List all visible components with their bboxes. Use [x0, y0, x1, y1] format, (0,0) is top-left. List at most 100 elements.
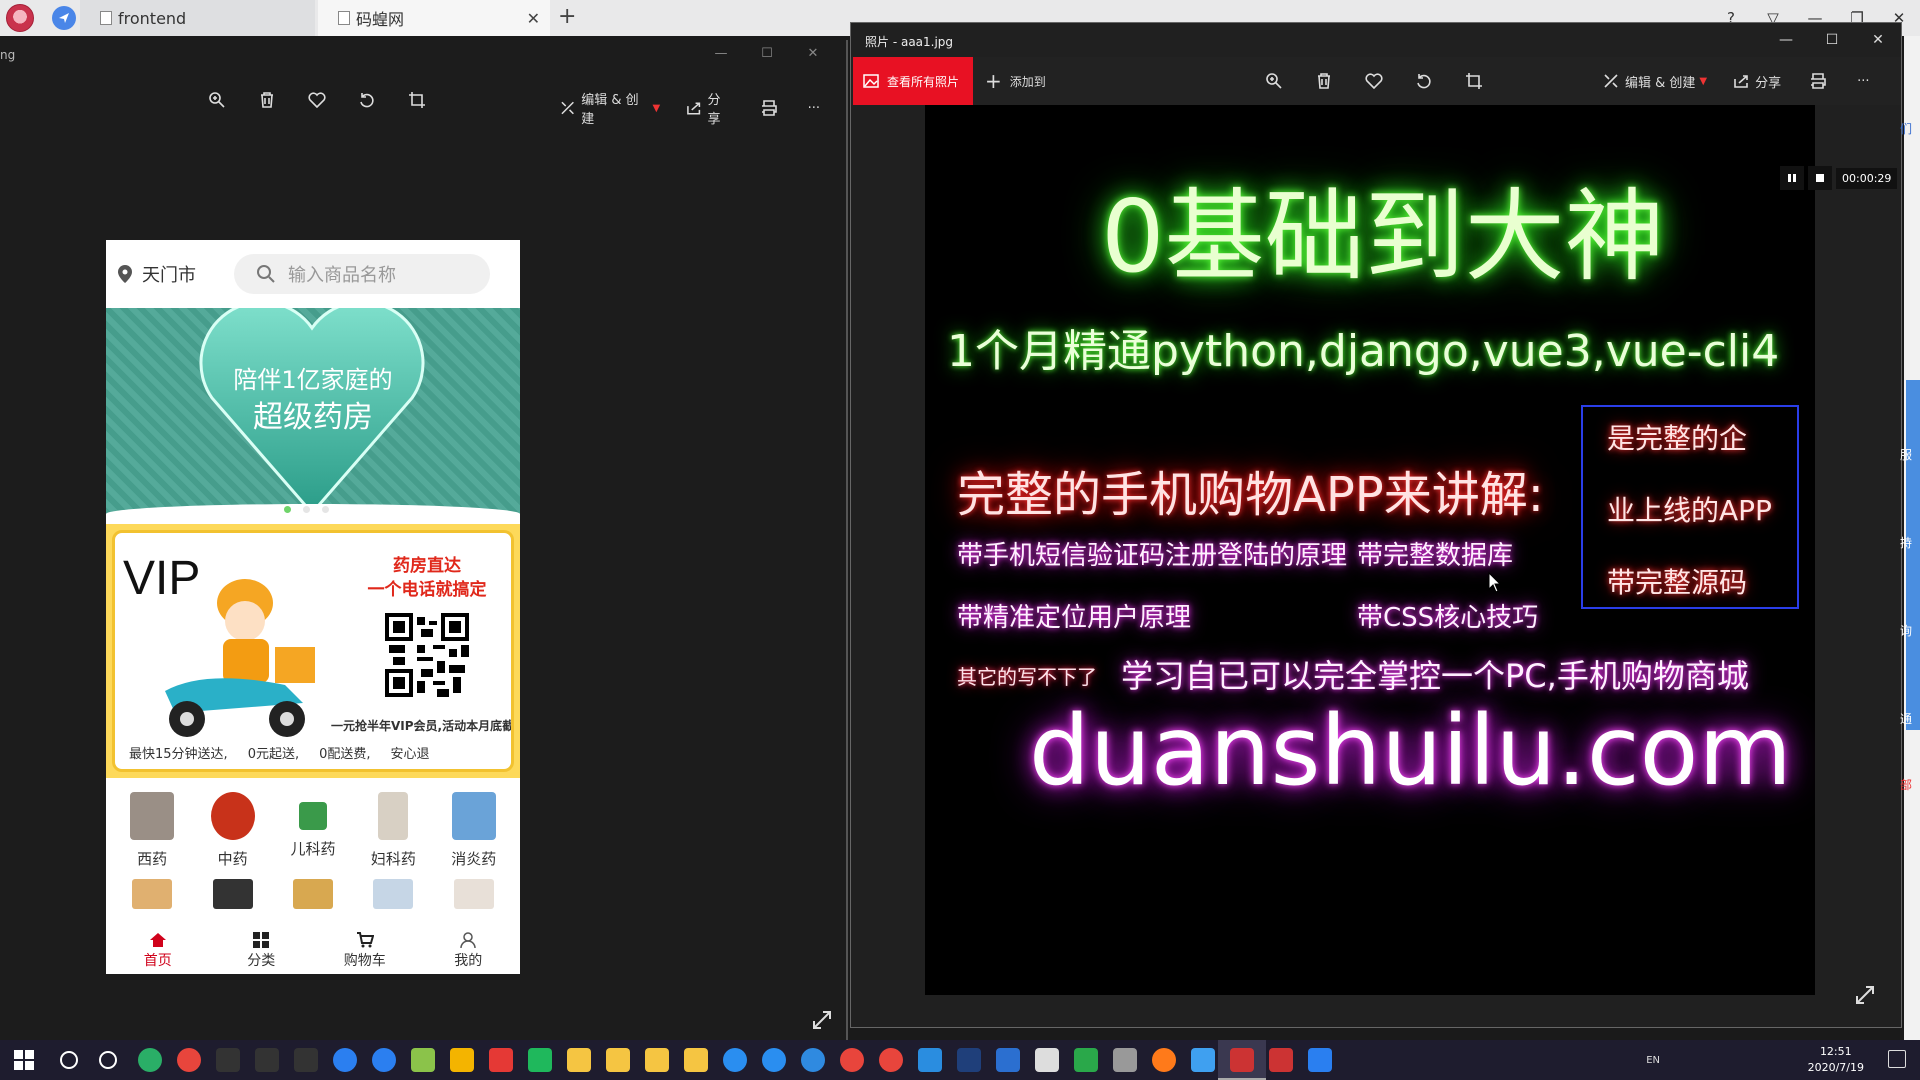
home-icon	[149, 933, 166, 947]
folder-icon[interactable]	[567, 1048, 591, 1072]
print-icon[interactable]	[758, 97, 779, 119]
ie-icon[interactable]	[801, 1048, 825, 1072]
folder-icon[interactable]	[684, 1048, 708, 1072]
rotate-icon[interactable]	[356, 89, 378, 111]
nav-cart[interactable]: 购物车	[325, 928, 405, 974]
sogou-icon[interactable]	[762, 1048, 786, 1072]
close-icon[interactable]: ✕	[1855, 23, 1901, 57]
vip-promo-card[interactable]: VIP 药房直达 一个电话就搞定 一元抢半年VIP会员,活动本月底截止 最快15…	[106, 524, 520, 778]
minimize-icon[interactable]: —	[698, 46, 744, 61]
category-gynecology[interactable]: 妇科药	[357, 792, 429, 869]
clock-time: 12:51	[1819, 1045, 1852, 1058]
fullscreen-icon[interactable]	[812, 1010, 832, 1034]
product-thumb[interactable]	[132, 879, 173, 909]
zoom-icon[interactable]	[206, 89, 228, 111]
hbuilder-icon[interactable]	[1074, 1048, 1098, 1072]
location-label[interactable]: 天门市	[142, 261, 196, 287]
spider-icon[interactable]	[1113, 1048, 1137, 1072]
nav-profile[interactable]: 我的	[428, 928, 508, 974]
view-all-photos-button[interactable]: 查看所有照片	[853, 57, 973, 105]
share-button[interactable]: 分享	[1733, 72, 1781, 91]
photos-icon[interactable]	[1230, 1048, 1254, 1072]
language-indicator[interactable]: EN	[1646, 1055, 1660, 1066]
delete-icon[interactable]	[256, 89, 278, 111]
notification-icon[interactable]	[1888, 1050, 1906, 1068]
search-icon[interactable]	[60, 1051, 78, 1069]
qq-browser-icon[interactable]	[333, 1048, 357, 1072]
category-anti-inflammatory[interactable]: 消炎药	[438, 792, 510, 869]
terminal-icon[interactable]	[216, 1048, 240, 1072]
terminal-icon[interactable]	[294, 1048, 318, 1072]
edit-create-button[interactable]: 编辑 & 创建 ▼	[1603, 72, 1707, 91]
poster-feature: 带精准定位用户原理	[957, 603, 1192, 633]
vscode-green-icon[interactable]	[528, 1048, 552, 1072]
zoom-icon[interactable]	[1263, 70, 1285, 92]
avatar[interactable]	[6, 4, 34, 32]
tab-frontend[interactable]: frontend	[80, 0, 315, 36]
qq-browser-icon[interactable]	[372, 1048, 396, 1072]
folder-icon[interactable]	[645, 1048, 669, 1072]
folder-icon[interactable]	[606, 1048, 630, 1072]
photos-icon[interactable]	[1269, 1048, 1293, 1072]
task-view-icon[interactable]	[99, 1051, 117, 1069]
stop-icon[interactable]	[1808, 166, 1832, 190]
pause-icon[interactable]	[1780, 166, 1804, 190]
crop-icon[interactable]	[406, 89, 428, 111]
product-thumb[interactable]	[292, 879, 333, 909]
sogou-icon[interactable]	[723, 1048, 747, 1072]
qr-code-icon	[385, 613, 469, 697]
vscode-icon[interactable]	[918, 1048, 942, 1072]
search-input[interactable]: 输入商品名称	[234, 254, 490, 294]
tab-mahuangwang[interactable]: 码蝗网 ✕	[318, 0, 550, 36]
category-chinese-medicine[interactable]: 中药	[197, 792, 269, 869]
product-thumb[interactable]	[453, 879, 494, 909]
media-player-icon[interactable]	[1308, 1048, 1332, 1072]
windows-start-icon[interactable]	[14, 1050, 34, 1070]
edit-create-button[interactable]: 编辑 & 创建 ▼	[560, 89, 660, 127]
product-thumb[interactable]	[373, 879, 414, 909]
photoshop-icon[interactable]	[957, 1048, 981, 1072]
minimize-icon[interactable]: —	[1763, 23, 1809, 57]
clock[interactable]: 12:51 2020/7/19	[1808, 1044, 1864, 1076]
wechat-icon[interactable]	[138, 1048, 162, 1072]
chrome-icon[interactable]	[840, 1048, 864, 1072]
rotate-icon[interactable]	[1413, 70, 1435, 92]
nav-home[interactable]: 首页	[118, 928, 198, 974]
add-to-button[interactable]: + 添加到	[985, 57, 1046, 105]
vip-headline1: 药房直达	[393, 556, 461, 576]
tab-label: 码蝗网	[356, 10, 405, 29]
carousel-dots[interactable]	[284, 506, 341, 513]
banner-line2: 超级药房	[253, 400, 373, 435]
favorite-icon[interactable]	[306, 89, 328, 111]
location-pin-icon	[118, 265, 132, 283]
print-icon[interactable]	[1807, 70, 1829, 92]
new-tab-button[interactable]: +	[558, 4, 576, 29]
windows-store-icon[interactable]	[450, 1048, 474, 1072]
terminal-icon[interactable]	[255, 1048, 279, 1072]
maximize-icon[interactable]: ☐	[744, 46, 790, 61]
fullscreen-icon[interactable]	[1855, 985, 1875, 1009]
product-thumb[interactable]	[212, 879, 253, 909]
share-button[interactable]: 分享	[686, 89, 732, 127]
app-red-icon[interactable]	[489, 1048, 513, 1072]
banner-carousel[interactable]: 陪伴1亿家庭的 超级药房	[106, 308, 520, 524]
navigation-icon[interactable]	[52, 6, 76, 30]
word-icon[interactable]	[996, 1048, 1020, 1072]
close-tab-icon[interactable]: ✕	[527, 9, 540, 28]
category-pediatric[interactable]: 儿科药	[277, 792, 349, 869]
maximize-icon[interactable]: ☐	[1809, 23, 1855, 57]
delete-icon[interactable]	[1313, 70, 1335, 92]
chrome-icon[interactable]	[177, 1048, 201, 1072]
more-button[interactable]: ···	[808, 101, 820, 116]
favorite-icon[interactable]	[1363, 70, 1385, 92]
firefox-icon[interactable]	[1152, 1048, 1176, 1072]
nav-category[interactable]: 分类	[221, 928, 301, 974]
crop-icon[interactable]	[1463, 70, 1485, 92]
close-icon[interactable]: ✕	[790, 46, 836, 61]
category-western-medicine[interactable]: 西药	[116, 792, 188, 869]
chrome-icon[interactable]	[879, 1048, 903, 1072]
notepad-icon[interactable]	[411, 1048, 435, 1072]
cloud-icon[interactable]	[1191, 1048, 1215, 1072]
more-button[interactable]: ···	[1857, 74, 1869, 89]
chat-icon[interactable]	[1035, 1048, 1059, 1072]
